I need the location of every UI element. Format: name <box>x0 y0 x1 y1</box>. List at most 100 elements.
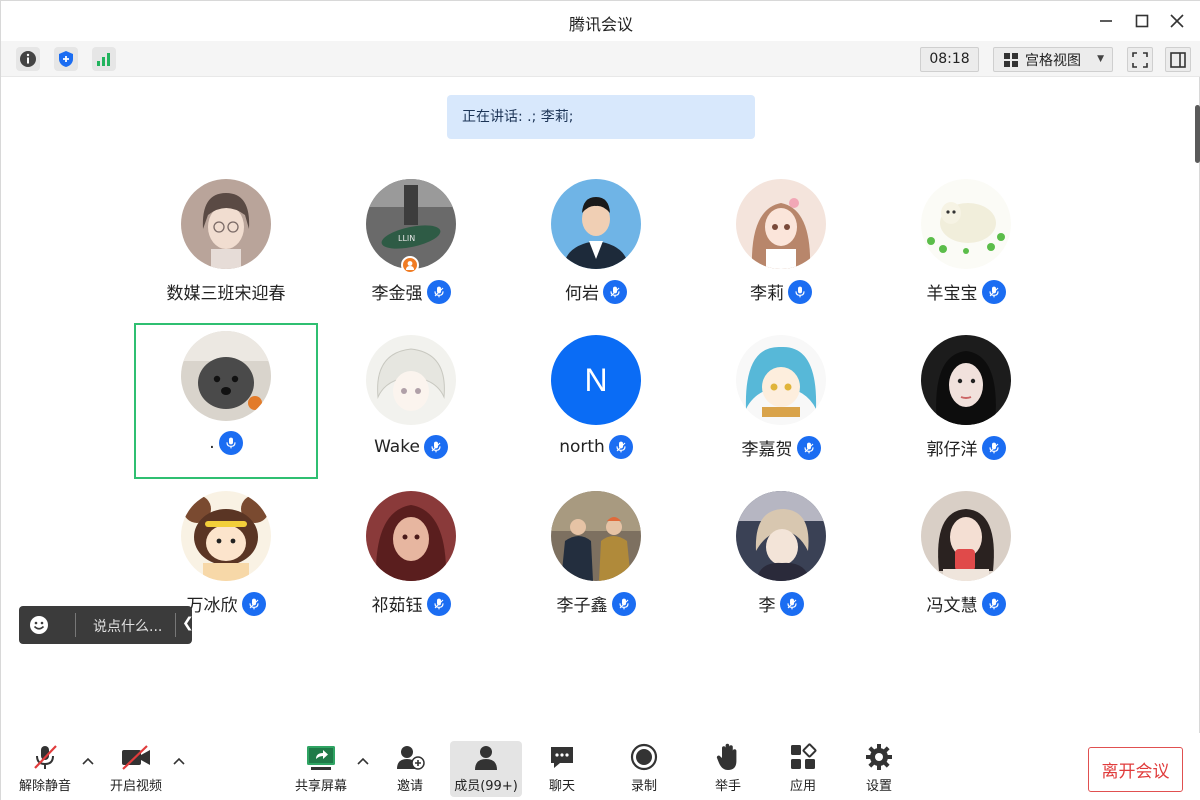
participant-name-row: 祁茹钰 <box>319 591 503 616</box>
video-options-chevron[interactable] <box>171 753 187 769</box>
unmute-label: 解除静音 <box>18 779 71 794</box>
participant-tile[interactable]: 李子鑫 <box>504 479 688 635</box>
participant-name-row: 郭仔洋 <box>874 435 1058 460</box>
muted-mic-icon <box>981 279 1006 304</box>
view-mode-label: 宫格视图 <box>1025 52 1081 69</box>
scrollbar-thumb[interactable] <box>1195 105 1200 163</box>
collapse-chevron-icon[interactable]: ❮ <box>182 615 194 631</box>
avatar <box>921 179 1011 269</box>
participant-name: 冯文慧 <box>926 596 978 616</box>
share-screen-icon <box>305 741 337 773</box>
share-options-chevron[interactable] <box>355 753 371 769</box>
chevron-up-icon <box>82 757 94 765</box>
participant-tile[interactable]: 李 <box>689 479 873 635</box>
mic-icon <box>218 431 243 455</box>
avatar <box>551 491 641 581</box>
muted-mic-icon <box>981 435 1006 460</box>
info-icon <box>20 51 36 67</box>
participant-name: 何岩 <box>565 284 599 304</box>
participant-name-row: 李金强 <box>319 279 503 304</box>
apps-button[interactable]: 应用 <box>782 741 824 797</box>
participant-name-row: 李 <box>689 591 873 616</box>
participant-name-row: 何岩 <box>504 279 688 304</box>
members-button[interactable]: 成员(99+) <box>450 741 522 797</box>
chat-button[interactable]: 聊天 <box>541 741 583 797</box>
muted-mic-icon <box>608 435 633 459</box>
participant-tile[interactable]: Nnorth <box>504 323 688 479</box>
muted-mic-icon <box>611 591 636 616</box>
network-status-button[interactable] <box>92 47 116 71</box>
participant-name: north <box>559 437 605 457</box>
participant-name: 李莉 <box>750 284 784 304</box>
chevron-up-icon <box>357 757 369 765</box>
caret-down-icon: ▼ <box>1097 54 1104 64</box>
participant-tile[interactable]: 冯文慧 <box>874 479 1058 635</box>
participant-name-row: 冯文慧 <box>874 591 1058 616</box>
audio-options-chevron[interactable] <box>80 753 96 769</box>
close-button[interactable] <box>1165 9 1189 33</box>
participant-name: . <box>209 433 215 453</box>
security-button[interactable] <box>54 47 78 71</box>
participant-name-row: north <box>504 435 688 459</box>
invite-label: 邀请 <box>396 779 423 794</box>
participant-name: 数媒三班宋迎春 <box>166 284 286 304</box>
avatar-letter: N <box>584 361 608 398</box>
chat-input-placeholder[interactable]: 说点什么... <box>93 616 162 636</box>
participant-tile[interactable]: . <box>134 323 318 479</box>
avatar <box>181 491 271 581</box>
settings-label: 设置 <box>865 779 892 794</box>
participant-name: Wake <box>374 437 420 457</box>
participant-tile[interactable]: Wake <box>319 323 503 479</box>
minimize-button[interactable] <box>1094 9 1118 33</box>
meeting-window: 腾讯会议 08:18 宫格视图 ▼ 正在讲话: .; 李莉; 数媒三班宋迎春 L… <box>0 0 1200 800</box>
participant-name-row: 李子鑫 <box>504 591 688 616</box>
participant-name-row: 李莉 <box>689 279 873 304</box>
sidebar-icon <box>1170 51 1186 68</box>
info-button[interactable] <box>16 47 40 71</box>
members-label: 成员(99+) <box>454 779 518 794</box>
sidebar-toggle-button[interactable] <box>1165 47 1191 72</box>
muted-mic-icon <box>981 591 1006 616</box>
leave-meeting-button[interactable]: 离开会议 <box>1088 747 1183 792</box>
maximize-button[interactable] <box>1130 9 1154 33</box>
participant-tile[interactable]: 羊宝宝 <box>874 167 1058 323</box>
participant-tile[interactable]: 何岩 <box>504 167 688 323</box>
add-user-icon <box>394 741 426 773</box>
bottom-control-bar: 解除静音 开启视频 共享屏幕 邀请 成员(99+) 聊天 录制 举手 应用 设置 <box>1 733 1200 800</box>
quick-chat-bar[interactable]: 说点什么... ❮ <box>19 606 194 644</box>
mic-icon <box>788 279 812 304</box>
record-icon <box>628 741 660 773</box>
emoji-icon <box>30 616 48 634</box>
settings-button[interactable]: 设置 <box>858 741 900 797</box>
start-video-label: 开启视频 <box>109 779 162 794</box>
svg-text:LLIN: LLIN <box>398 234 415 243</box>
participant-tile[interactable]: 李莉 <box>689 167 873 323</box>
invite-button[interactable]: 邀请 <box>389 741 431 797</box>
participant-tile[interactable]: 数媒三班宋迎春 <box>134 167 318 323</box>
share-screen-button[interactable]: 共享屏幕 <box>292 741 350 797</box>
participant-tile[interactable]: LLIN 李金强 <box>319 167 503 323</box>
view-mode-dropdown[interactable]: 宫格视图 ▼ <box>993 47 1113 72</box>
apps-icon <box>787 741 819 773</box>
raise-hand-button[interactable]: 举手 <box>707 741 749 797</box>
members-icon <box>470 741 502 773</box>
meeting-toolbar: 08:18 宫格视图 ▼ <box>1 41 1200 77</box>
avatar <box>921 335 1011 425</box>
muted-mic-icon <box>426 591 451 616</box>
fullscreen-button[interactable] <box>1127 47 1153 72</box>
record-button[interactable]: 录制 <box>623 741 665 797</box>
avatar <box>736 491 826 581</box>
participant-tile[interactable]: 郭仔洋 <box>874 323 1058 479</box>
share-screen-label: 共享屏幕 <box>294 779 347 794</box>
participant-name: 李嘉贺 <box>741 440 793 460</box>
participant-name-row: . <box>136 431 316 455</box>
host-badge-icon <box>401 256 419 274</box>
avatar <box>366 335 456 425</box>
muted-mic-icon <box>603 279 627 304</box>
participant-name-row: 李嘉贺 <box>689 435 873 460</box>
participant-tile[interactable]: 祁茹钰 <box>319 479 503 635</box>
close-icon <box>1170 14 1184 28</box>
unmute-button[interactable]: 解除静音 <box>17 741 73 797</box>
participant-tile[interactable]: 李嘉贺 <box>689 323 873 479</box>
start-video-button[interactable]: 开启视频 <box>107 741 165 797</box>
